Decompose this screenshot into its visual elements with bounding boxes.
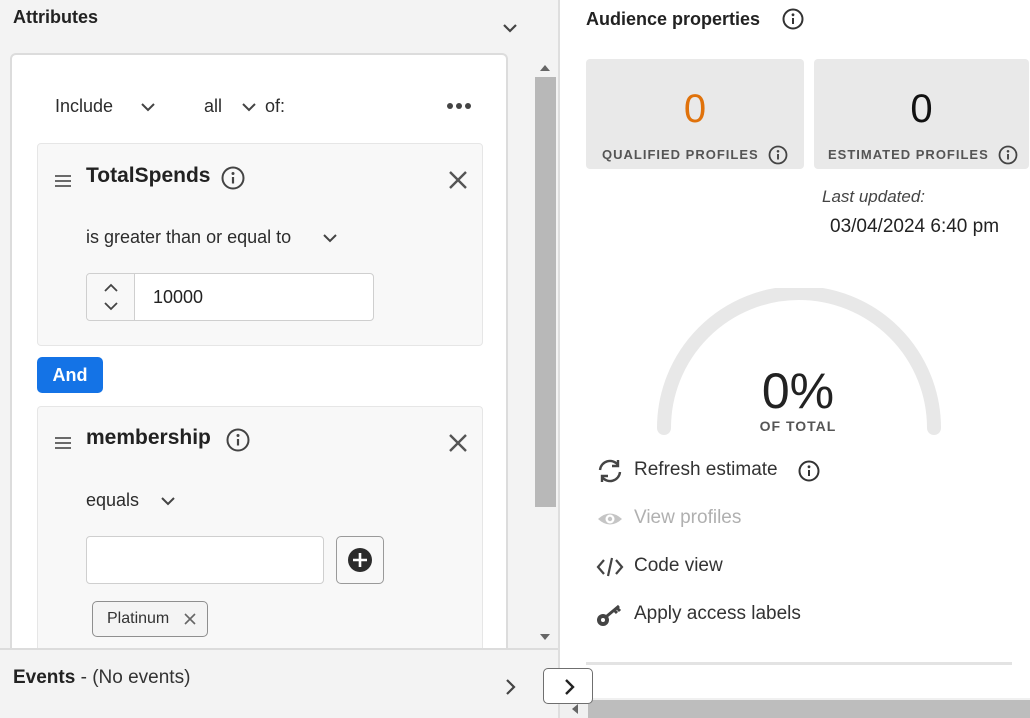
key-icon [596, 603, 624, 627]
chevron-down-icon[interactable] [322, 230, 338, 246]
info-icon[interactable] [798, 460, 820, 482]
estimated-profiles-card: 0 ESTIMATED PROFILES [814, 59, 1029, 169]
condition-membership: membership equals Platinum [37, 406, 483, 663]
qualified-profiles-count: 0 [683, 87, 707, 131]
eye-icon [596, 507, 624, 531]
scroll-down-icon[interactable] [539, 629, 551, 640]
percent-of-total-label: OF TOTAL [759, 418, 837, 434]
attributes-card: Include all of: TotalSpends is greater t… [10, 53, 508, 663]
chevron-down-icon[interactable] [160, 493, 176, 509]
last-updated-value: 03/04/2024 6:40 pm [830, 216, 1000, 237]
tag-label: Platinum [107, 610, 170, 627]
stepper-icon[interactable] [87, 274, 135, 320]
code-icon [596, 555, 624, 579]
info-icon[interactable] [998, 145, 1018, 165]
qualified-profiles-card: 0 QUALIFIED PROFILES [586, 59, 804, 169]
drag-handle-icon[interactable] [54, 174, 72, 188]
estimated-profiles-label: ESTIMATED PROFILES [828, 147, 989, 162]
divider [586, 662, 1012, 665]
info-icon[interactable] [221, 166, 245, 190]
condition-name: membership [86, 426, 211, 449]
operator-dropdown-label[interactable]: is greater than or equal to [86, 227, 291, 248]
events-section[interactable]: Events - (No events) [0, 648, 558, 718]
info-icon[interactable] [768, 145, 788, 165]
chevron-right-icon[interactable] [502, 678, 518, 696]
attributes-title: Attributes [13, 7, 98, 27]
chevron-down-icon[interactable] [500, 18, 520, 38]
refresh-estimate-label: Refresh estimate [634, 459, 778, 480]
horizontal-scrollbar[interactable] [560, 698, 1030, 718]
membership-value-input[interactable] [86, 536, 324, 584]
events-title: Events - (No events) [13, 667, 190, 689]
attributes-panel: Attributes Include all of: TotalSpends i… [0, 0, 558, 718]
condition-name: TotalSpends [86, 164, 211, 187]
vertical-scrollbar[interactable] [533, 53, 558, 648]
info-icon[interactable] [226, 428, 250, 452]
and-button[interactable]: And [37, 357, 103, 393]
quantifier-dropdown-label[interactable]: all [204, 96, 222, 117]
value-input[interactable]: 10000 [153, 287, 203, 308]
value-stepper[interactable]: 10000 [86, 273, 374, 321]
close-icon[interactable] [447, 169, 469, 191]
scroll-up-icon[interactable] [539, 60, 551, 71]
percent-of-total: 0% [761, 363, 835, 419]
chevron-right-icon [565, 679, 575, 695]
operator-dropdown-label[interactable]: equals [86, 490, 139, 511]
audience-properties-panel: Audience properties 0 QUALIFIED PROFILES… [558, 0, 1030, 718]
last-updated-label: Last updated: [822, 187, 926, 206]
estimated-profiles-count: 0 [910, 87, 933, 131]
view-profiles-label: View profiles [634, 507, 742, 528]
refresh-icon [596, 459, 624, 483]
of-label: of: [265, 96, 286, 116]
apply-access-labels-label: Apply access labels [634, 603, 801, 624]
qualified-profiles-label: QUALIFIED PROFILES [602, 147, 759, 162]
condition-totalspends: TotalSpends is greater than or equal to … [37, 143, 483, 346]
events-subtitle: - (No events) [75, 667, 191, 688]
expand-panel-button[interactable] [543, 668, 593, 704]
audience-properties-title: Audience properties [586, 9, 761, 29]
include-dropdown-label[interactable]: Include [55, 96, 113, 117]
chevron-down-icon[interactable] [241, 99, 257, 115]
more-icon[interactable] [445, 93, 473, 119]
code-view-label: Code view [634, 555, 723, 576]
events-label: Events [13, 667, 76, 688]
scrollbar-thumb[interactable] [588, 700, 1030, 718]
scrollbar-thumb[interactable] [535, 77, 556, 507]
drag-handle-icon[interactable] [54, 436, 72, 450]
chevron-down-icon[interactable] [140, 99, 156, 115]
close-icon[interactable] [183, 612, 197, 626]
close-icon[interactable] [447, 432, 469, 454]
info-icon[interactable] [782, 8, 804, 30]
add-value-button[interactable] [336, 536, 384, 584]
value-tag: Platinum [92, 601, 208, 637]
